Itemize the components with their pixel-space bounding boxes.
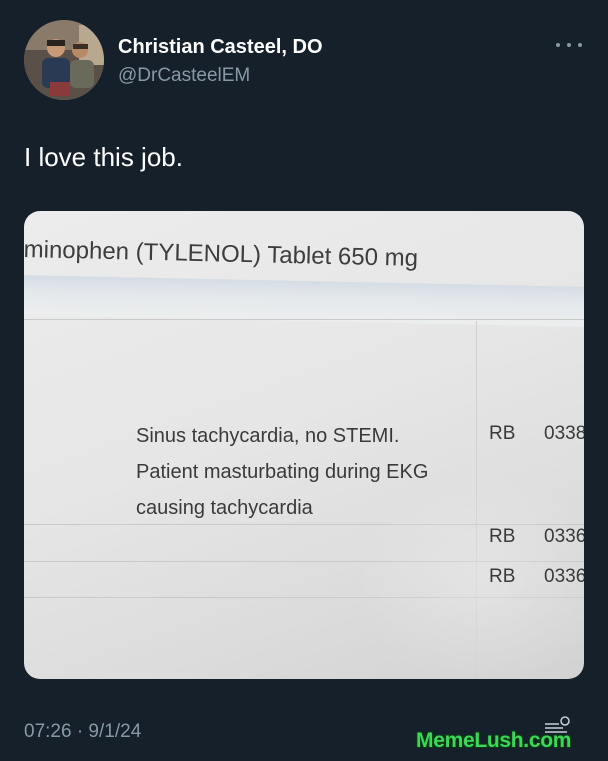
note-line: causing tachycardia <box>136 497 313 519</box>
note-line: Patient masturbating during EKG <box>136 461 429 483</box>
medication-header: minophen (TYLENOL) Tablet 650 mg <box>24 235 419 272</box>
author-handle[interactable]: @DrCasteelEM <box>118 64 250 88</box>
author-display-name[interactable]: Christian Casteel, DO <box>118 35 323 59</box>
row-initials: RB <box>489 566 516 587</box>
watermark-text: MemeLush.com <box>416 729 572 752</box>
row-initials: RB <box>489 526 516 547</box>
dot <box>578 43 582 47</box>
row-code: 0338 <box>544 423 584 444</box>
profile-photo-icon <box>24 20 104 100</box>
row-code: 0336 <box>544 526 584 547</box>
ekg-note: Sinus tachycardia, no STEMI. Patient mas… <box>136 418 428 526</box>
tweet-text: I love this job. <box>24 142 183 172</box>
avatar[interactable] <box>24 20 104 100</box>
divider <box>24 319 584 320</box>
tweet-media-photo[interactable]: minophen (TYLENOL) Tablet 650 mg Sinus t… <box>24 211 584 679</box>
row-code: 0336 <box>544 566 584 587</box>
dot <box>567 43 571 47</box>
row-initials: RB <box>489 423 516 444</box>
more-horizontal-icon[interactable] <box>556 38 582 52</box>
tweet-timestamp[interactable]: 07:26 · 9/1/24 <box>24 720 141 744</box>
dot <box>556 43 560 47</box>
tweet-screenshot: Christian Casteel, DO @DrCasteelEM I lov… <box>0 0 608 761</box>
note-line: Sinus tachycardia, no STEMI. <box>136 425 400 447</box>
